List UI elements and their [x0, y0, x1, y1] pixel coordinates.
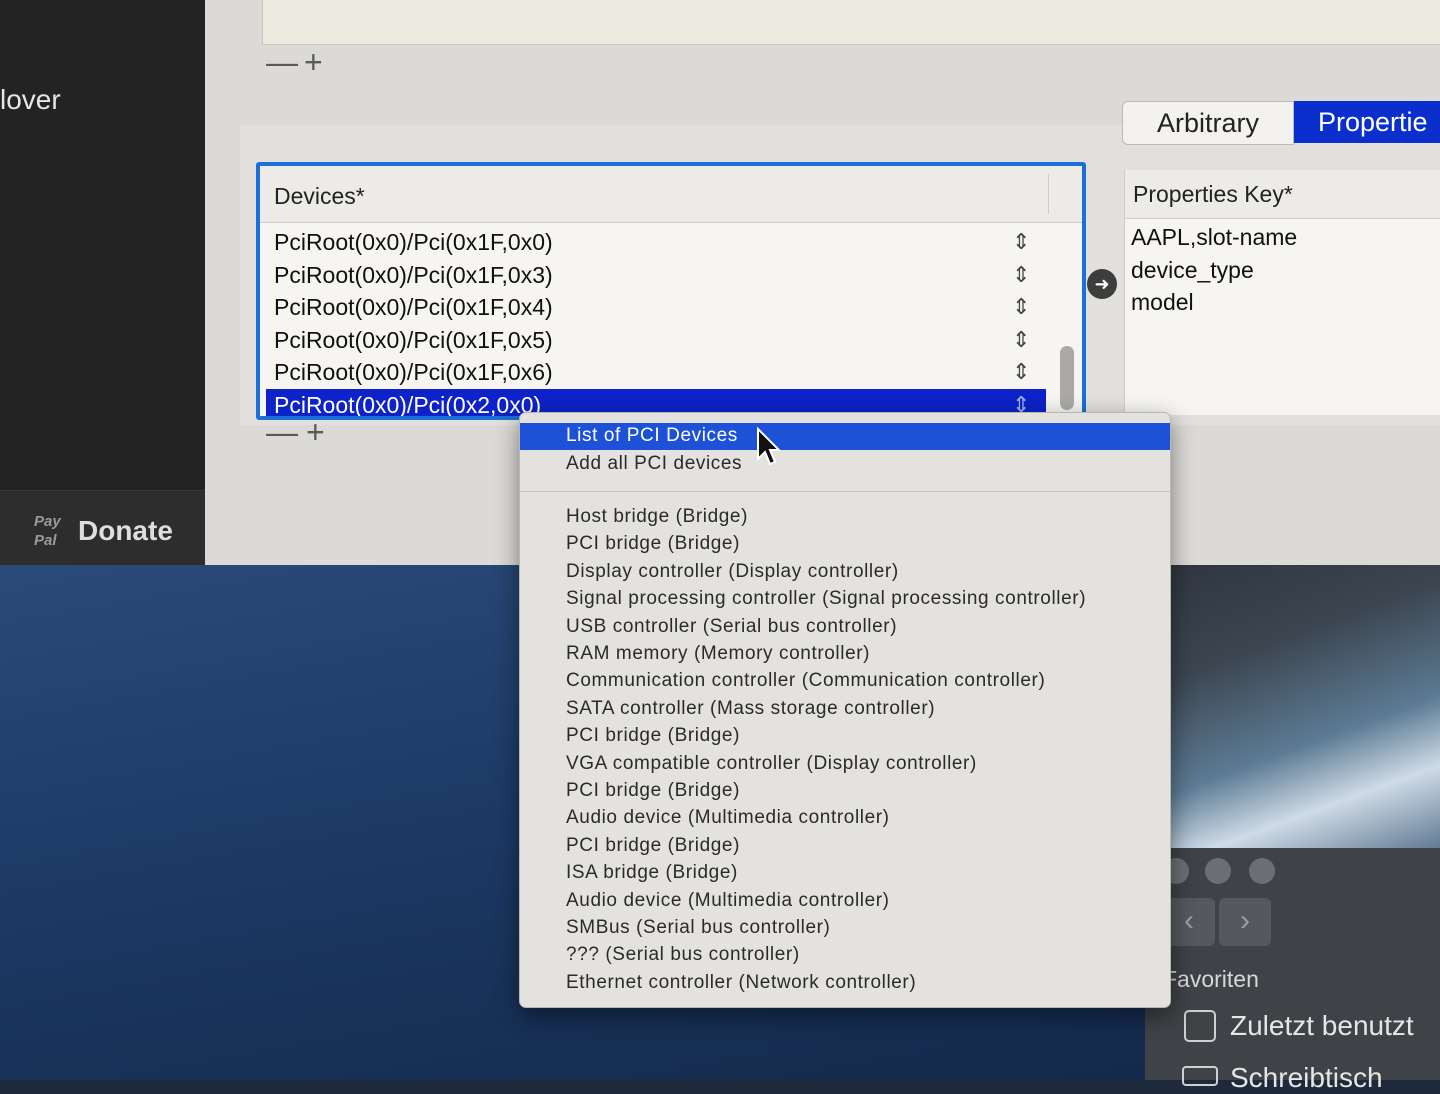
device-row[interactable]: PciRoot(0x0)/Pci(0x1F,0x0) ⇕ — [266, 226, 1046, 258]
menu-item-device[interactable]: Ethernet controller (Network controller) — [566, 972, 916, 994]
top-table-area — [262, 0, 1440, 45]
device-path: PciRoot(0x0)/Pci(0x1F,0x0) — [274, 229, 553, 255]
device-path: PciRoot(0x0)/Pci(0x1F,0x5) — [274, 326, 553, 353]
column-divider — [1048, 174, 1049, 214]
menu-item-device[interactable]: Display controller (Display controller) — [566, 561, 899, 583]
stepper-icon[interactable]: ⇕ — [1012, 226, 1030, 258]
recent-files-icon — [1184, 1010, 1216, 1042]
stepper-icon[interactable]: ⇕ — [1012, 324, 1030, 356]
paypal-icon: Pay Pal — [34, 513, 61, 549]
minimize-dot-icon[interactable] — [1205, 858, 1231, 884]
sidebar-item-desktop[interactable]: Schreibtisch — [1230, 1062, 1383, 1094]
property-key-row[interactable]: model — [1131, 289, 1194, 316]
devices-header[interactable]: Devices* — [260, 166, 1082, 223]
app-title: lover — [0, 84, 61, 115]
menu-item-device[interactable]: Audio device (Multimedia controller) — [566, 807, 890, 829]
properties-header[interactable]: Properties Key* — [1125, 170, 1440, 219]
devices-add-button[interactable]: + — [306, 416, 325, 448]
menu-item-device[interactable]: Host bridge (Bridge) — [566, 506, 748, 528]
sidebar-item-recent[interactable]: Zuletzt benutzt — [1230, 1010, 1414, 1042]
menu-item-device[interactable]: PCI bridge (Bridge) — [566, 533, 740, 555]
devices-remove-button[interactable]: — — [266, 416, 298, 448]
menu-item-device[interactable]: PCI bridge (Bridge) — [566, 835, 740, 857]
stepper-icon[interactable]: ⇕ — [1012, 291, 1030, 323]
menu-item-device[interactable]: Audio device (Multimedia controller) — [566, 890, 890, 912]
properties-table[interactable]: Properties Key* AAPL,slot-name device_typ… — [1124, 170, 1440, 415]
stepper-icon[interactable]: ⇕ — [1012, 259, 1030, 291]
property-key-row[interactable]: AAPL,slot-name — [1131, 224, 1297, 251]
finder-window — [1145, 848, 1440, 1080]
favorites-heading: Favoriten — [1163, 966, 1259, 992]
menu-item-device[interactable]: RAM memory (Memory controller) — [566, 643, 870, 665]
property-key-row[interactable]: device_type — [1131, 257, 1254, 284]
devices-header-label: Devices* — [274, 183, 365, 209]
device-path: PciRoot(0x0)/Pci(0x1F,0x6) — [274, 359, 553, 385]
menu-item-device[interactable]: PCI bridge (Bridge) — [566, 725, 740, 747]
finder-preview-image — [1165, 565, 1440, 850]
donate-button[interactable]: Donate — [78, 515, 173, 547]
device-row[interactable]: PciRoot(0x0)/Pci(0x1F,0x4) ⇕ — [266, 291, 1046, 323]
device-row[interactable]: PciRoot(0x0)/Pci(0x1F,0x6) ⇕ — [266, 356, 1046, 388]
pci-devices-menu[interactable]: List of PCI Devices Add all PCI devices Ho… — [519, 412, 1171, 1008]
menu-item-add-all[interactable]: Add all PCI devices — [566, 453, 742, 475]
devices-scrollbar[interactable] — [1060, 346, 1074, 410]
menu-item-list-pci[interactable]: List of PCI Devices — [566, 425, 738, 447]
mouse-cursor-icon — [757, 427, 782, 466]
arrow-right-icon[interactable]: ➜ — [1087, 269, 1117, 299]
tab-arbitrary[interactable]: Arbitrary — [1122, 101, 1294, 145]
devices-table[interactable]: Devices* PciRoot(0x0)/Pci(0x1F,0x0) ⇕ PciR… — [256, 162, 1086, 420]
top-remove-button[interactable]: — — [266, 46, 298, 78]
device-row[interactable]: PciRoot(0x0)/Pci(0x1F,0x3) ⇕ — [266, 259, 1046, 291]
menu-item-device[interactable]: Communication controller (Communication … — [566, 670, 1045, 692]
device-row[interactable]: PciRoot(0x0)/Pci(0x1F,0x5) ⇕ — [266, 324, 1046, 356]
tab-properties[interactable]: Propertie — [1294, 101, 1440, 143]
menu-item-device[interactable]: ??? (Serial bus controller) — [566, 944, 800, 966]
menu-item-device[interactable]: SMBus (Serial bus controller) — [566, 917, 830, 939]
device-path: PciRoot(0x0)/Pci(0x1F,0x3) — [274, 261, 553, 288]
menu-item-device[interactable]: VGA compatible controller (Display contr… — [566, 753, 977, 775]
properties-header-label: Properties Key* — [1133, 181, 1293, 207]
menu-item-device[interactable]: PCI bridge (Bridge) — [566, 780, 740, 802]
stepper-icon[interactable]: ⇕ — [1012, 356, 1030, 388]
device-path: PciRoot(0x0)/Pci(0x1F,0x4) — [274, 294, 553, 320]
forward-chevron-icon[interactable]: › — [1219, 898, 1271, 946]
menu-item-device[interactable]: Signal processing controller (Signal pro… — [566, 588, 1086, 610]
zoom-dot-icon[interactable] — [1249, 858, 1275, 884]
menu-item-device[interactable]: SATA controller (Mass storage controller… — [566, 698, 935, 720]
menu-item-device[interactable]: USB controller (Serial bus controller) — [566, 616, 897, 638]
desktop-folder-icon — [1182, 1066, 1218, 1086]
menu-item-device[interactable]: ISA bridge (Bridge) — [566, 862, 738, 884]
menu-separator — [520, 491, 1170, 492]
top-add-button[interactable]: + — [304, 46, 323, 78]
